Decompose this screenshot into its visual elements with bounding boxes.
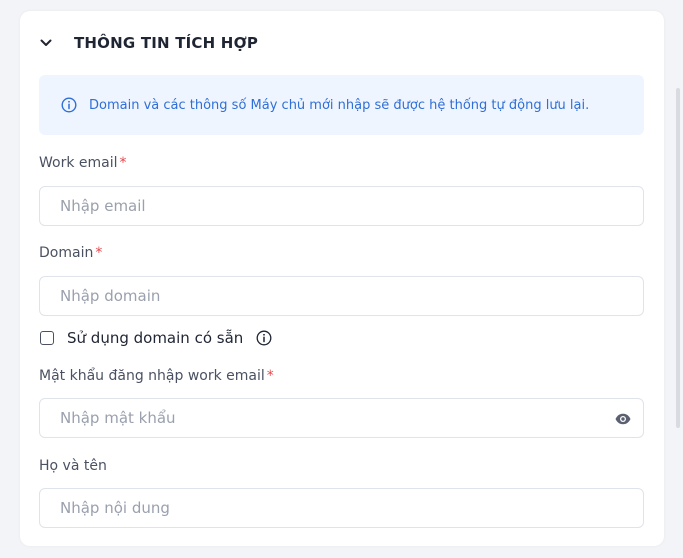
full-name-label: Họ và tên	[39, 458, 107, 474]
use-existing-domain-label[interactable]: Sử dụng domain có sẵn	[67, 329, 243, 347]
domain-label-text: Domain	[39, 245, 94, 261]
work-email-label-text: Work email	[39, 155, 118, 171]
eye-icon[interactable]	[613, 409, 633, 429]
full-name-label-text: Họ và tên	[39, 458, 107, 474]
section-header[interactable]: THÔNG TIN TÍCH HỢP	[38, 29, 258, 57]
password-input[interactable]	[40, 399, 643, 437]
info-circle-icon	[60, 96, 78, 114]
full-name-input[interactable]	[40, 489, 643, 527]
info-circle-icon[interactable]	[255, 329, 273, 347]
scrollbar[interactable]	[676, 88, 680, 428]
work-email-label: Work email *	[39, 155, 127, 171]
integration-info-card: THÔNG TIN TÍCH HỢP Domain và các thông s…	[20, 11, 664, 546]
chevron-down-icon[interactable]	[38, 35, 54, 51]
domain-field[interactable]	[39, 276, 644, 316]
domain-input[interactable]	[40, 277, 643, 315]
full-name-field[interactable]	[39, 488, 644, 528]
info-notice: Domain và các thông số Máy chủ mới nhập …	[39, 75, 644, 135]
password-label: Mật khẩu đăng nhập work email *	[39, 368, 274, 384]
work-email-field[interactable]	[39, 186, 644, 226]
use-existing-domain-row: Sử dụng domain có sẵn	[40, 327, 273, 349]
work-email-input[interactable]	[40, 187, 643, 225]
password-field[interactable]	[39, 398, 644, 438]
required-mark: *	[119, 155, 127, 171]
section-title: THÔNG TIN TÍCH HỢP	[74, 34, 259, 52]
required-mark: *	[266, 368, 274, 384]
required-mark: *	[95, 245, 103, 261]
use-existing-domain-checkbox[interactable]	[40, 331, 54, 345]
domain-label: Domain *	[39, 245, 102, 261]
notice-text: Domain và các thông số Máy chủ mới nhập …	[89, 97, 590, 113]
password-label-text: Mật khẩu đăng nhập work email	[39, 368, 265, 384]
